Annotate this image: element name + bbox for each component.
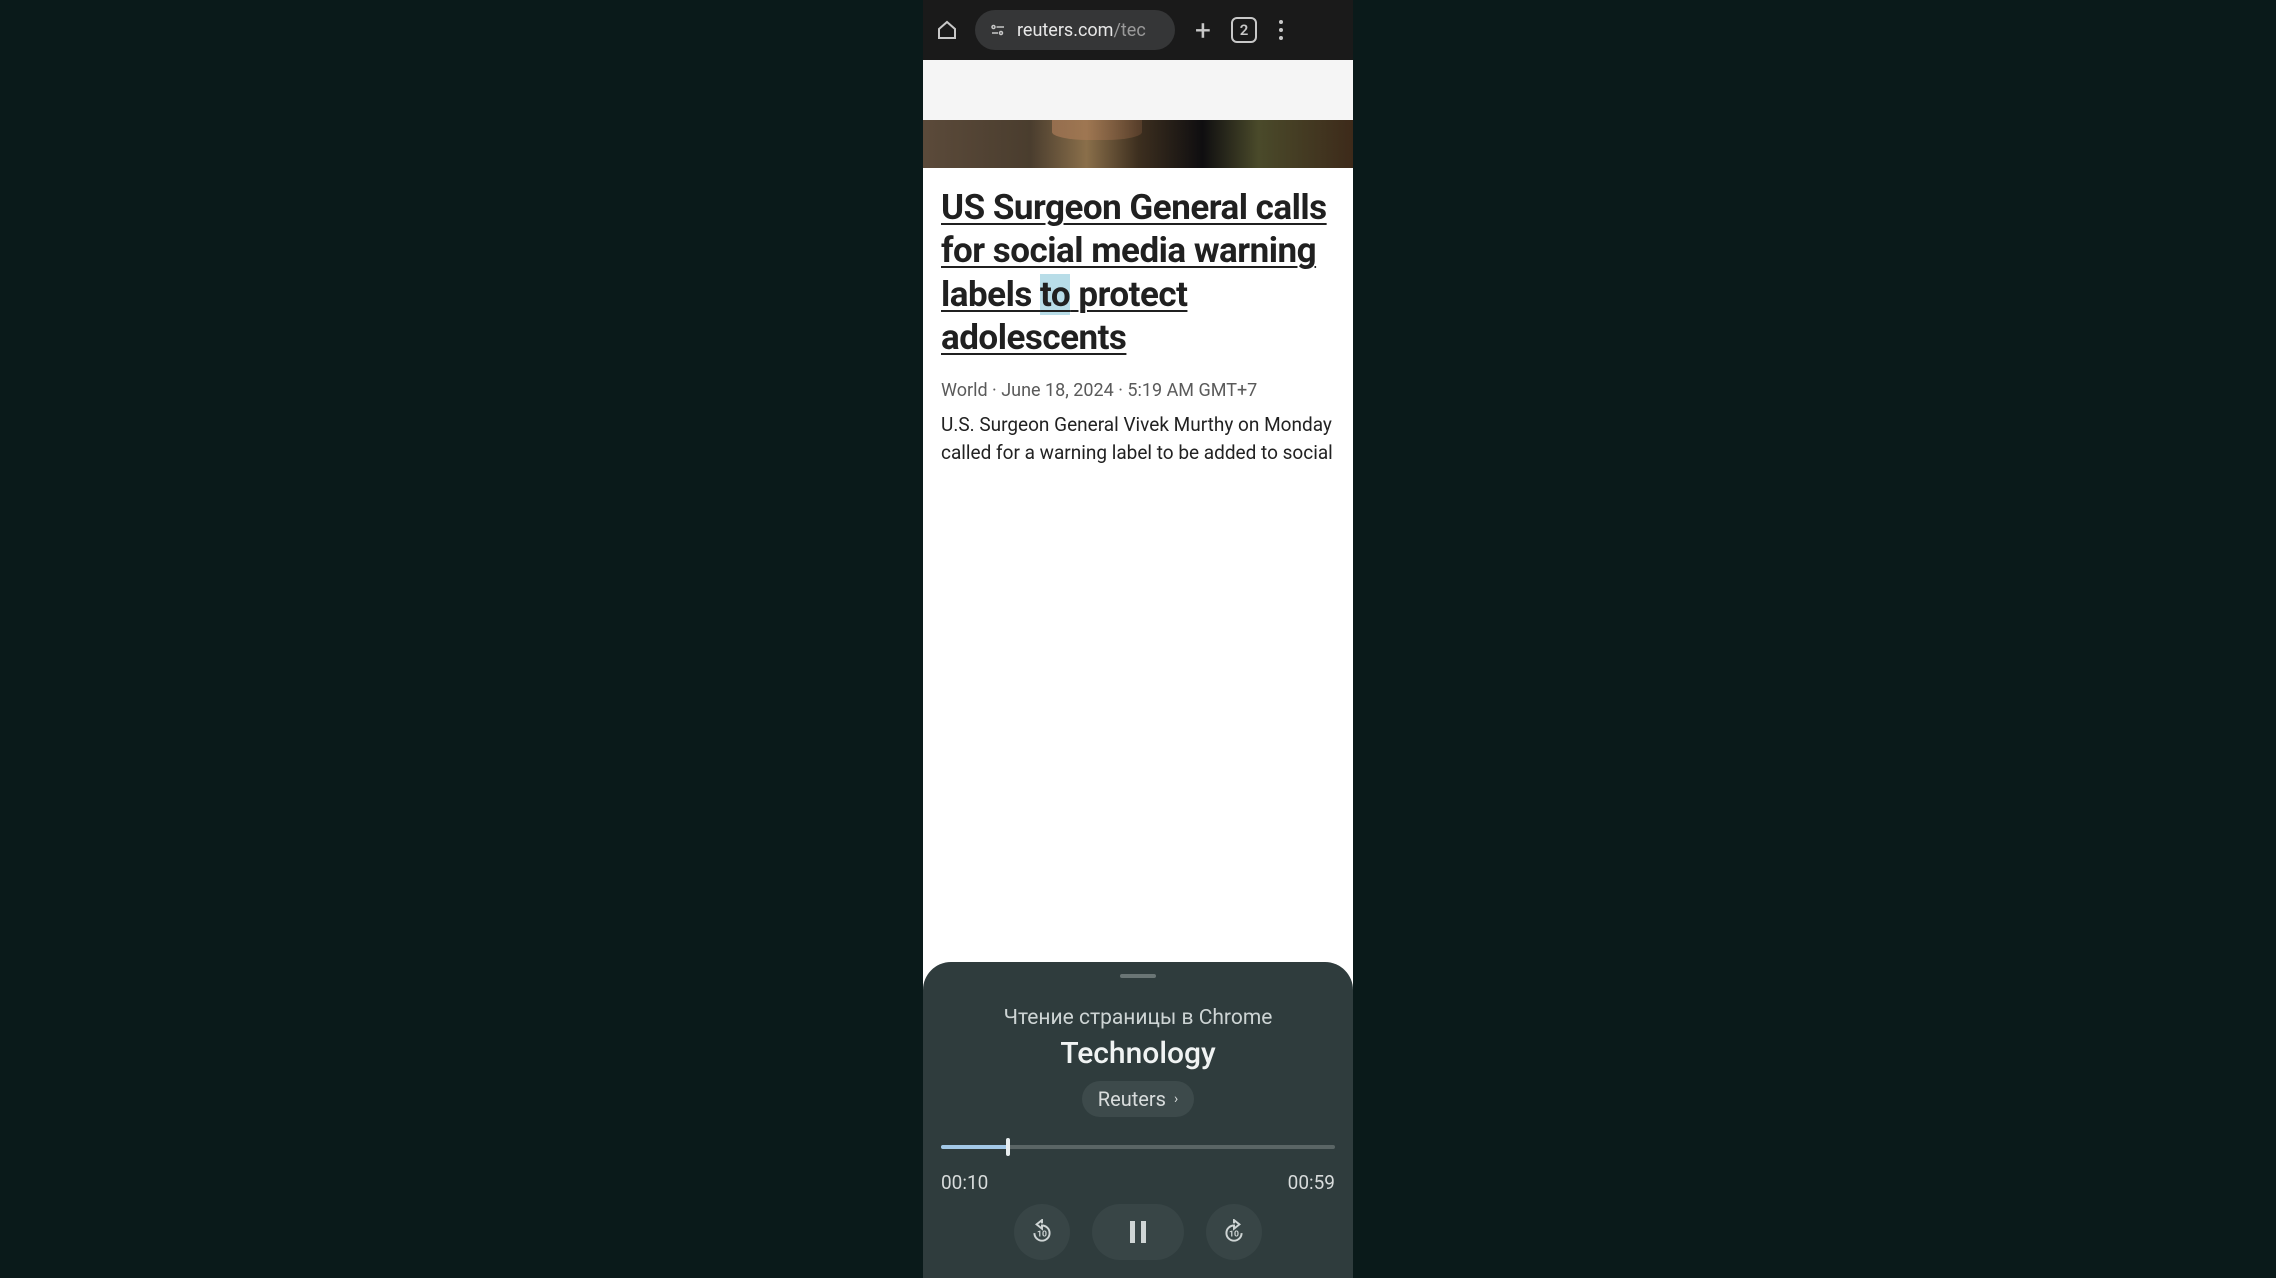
tabs-button[interactable]: 2 <box>1231 17 1257 43</box>
site-settings-icon <box>989 21 1007 39</box>
player-source-chip[interactable]: Reuters › <box>1082 1081 1194 1117</box>
tts-active-word: to <box>1040 274 1070 315</box>
article-headline[interactable]: US Surgeon General calls for social medi… <box>941 186 1335 360</box>
player-controls: 10 10 <box>941 1204 1335 1260</box>
article-hero-image <box>923 120 1353 168</box>
rewind-10-button[interactable]: 10 <box>1014 1204 1070 1260</box>
rewind-10-icon: 10 <box>1029 1219 1055 1245</box>
progress-bar[interactable] <box>941 1145 1335 1149</box>
phone-frame: reuters.com/tec + 2 US Surgeon General c… <box>923 0 1353 1278</box>
tab-count: 2 <box>1240 21 1249 39</box>
new-tab-icon[interactable]: + <box>1189 14 1217 47</box>
url-text: reuters.com/tec <box>1017 20 1146 41</box>
overflow-menu-icon[interactable] <box>1271 20 1291 40</box>
chevron-right-icon: › <box>1174 1091 1178 1107</box>
player-source-label: Reuters <box>1098 1087 1166 1111</box>
read-aloud-panel: Чтение страницы в Chrome Technology Reut… <box>923 962 1353 1278</box>
url-bar[interactable]: reuters.com/tec <box>975 10 1175 50</box>
meta-date: June 18, 2024 <box>1001 380 1114 401</box>
meta-time: 5:19 AM GMT+7 <box>1127 380 1257 401</box>
progress-fill <box>941 1145 1008 1149</box>
forward-10-button[interactable]: 10 <box>1206 1204 1262 1260</box>
home-icon[interactable] <box>933 16 961 44</box>
article-meta: World · June 18, 2024 · 5:19 AM GMT+7 <box>941 380 1335 401</box>
pause-icon <box>1127 1219 1149 1245</box>
article-excerpt: U.S. Surgeon General Vivek Murthy on Mon… <box>941 411 1335 468</box>
time-total: 00:59 <box>1288 1171 1335 1194</box>
url-domain: reuters.com <box>1017 20 1113 41</box>
player-title: Technology <box>941 1036 1335 1071</box>
svg-text:10: 10 <box>1229 1229 1239 1239</box>
browser-toolbar: reuters.com/tec + 2 <box>923 0 1353 60</box>
webpage-viewport[interactable]: US Surgeon General calls for social medi… <box>923 60 1353 1278</box>
svg-text:10: 10 <box>1037 1229 1047 1239</box>
forward-10-icon: 10 <box>1221 1219 1247 1245</box>
meta-category: World <box>941 380 988 401</box>
pause-button[interactable] <box>1092 1204 1184 1260</box>
drag-handle[interactable] <box>1120 974 1156 978</box>
article-body: US Surgeon General calls for social medi… <box>923 168 1353 468</box>
player-subtitle: Чтение страницы в Chrome <box>941 1006 1335 1030</box>
time-row: 00:10 00:59 <box>941 1171 1335 1194</box>
url-path: /tec <box>1113 20 1145 41</box>
page-header-blank <box>923 60 1353 120</box>
time-current: 00:10 <box>941 1171 988 1194</box>
progress-thumb[interactable] <box>1006 1138 1010 1156</box>
